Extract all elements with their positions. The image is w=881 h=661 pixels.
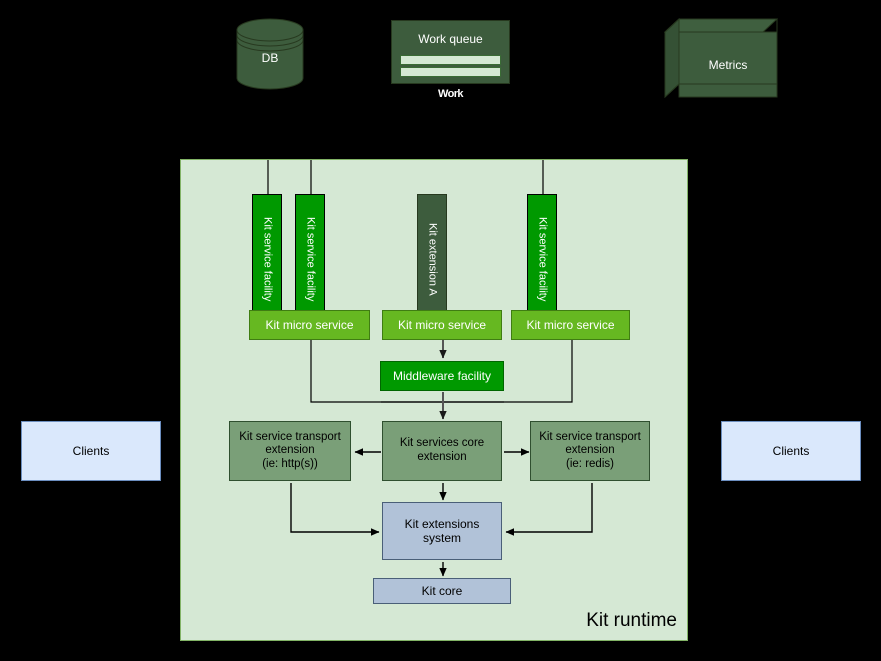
- kit-service-facility-3[interactable]: Kit service facility: [527, 194, 557, 324]
- facility-2-label: Kit service facility: [304, 216, 317, 302]
- transport-http-line2: extension: [265, 444, 315, 457]
- kit-service-transport-extension-http[interactable]: Kit service transport extension (ie: htt…: [229, 421, 351, 481]
- micro-service-1-label: Kit micro service: [265, 317, 354, 332]
- kit-services-core-extension[interactable]: Kit services core extension: [382, 421, 502, 481]
- work-queue-bar: [400, 55, 501, 66]
- kit-micro-service-3[interactable]: Kit micro service: [511, 310, 630, 340]
- edge-transport-redis-to-extensions-system: [505, 483, 593, 536]
- clients-left-label: Clients: [72, 443, 110, 458]
- micro-service-2-label: Kit micro service: [397, 317, 486, 332]
- transport-http-line3: (ie: http(s)): [262, 457, 318, 470]
- middleware-facility-node[interactable]: Middleware facility: [380, 361, 504, 391]
- facility-3-label: Kit service facility: [536, 216, 549, 302]
- metrics-label: Metrics: [708, 57, 748, 72]
- extension-a-label: Kit extension A: [426, 222, 439, 296]
- kit-core-node[interactable]: Kit core: [373, 578, 511, 604]
- kit-micro-service-1[interactable]: Kit micro service: [249, 310, 370, 340]
- clients-right-label: Clients: [772, 443, 810, 458]
- clients-left-node[interactable]: Clients: [21, 421, 161, 481]
- work-queue-label: Work queue: [418, 32, 483, 46]
- clients-right-node[interactable]: Clients: [721, 421, 861, 481]
- facility-1-label: Kit service facility: [261, 216, 274, 302]
- transport-http-line1: Kit service transport: [239, 430, 341, 443]
- work-queue-node[interactable]: Work queue: [391, 20, 510, 84]
- db-cylinder-node[interactable]: DB: [236, 18, 304, 90]
- kit-core-label: Kit core: [421, 583, 463, 598]
- kit-runtime-label: Kit runtime: [586, 610, 677, 631]
- extensions-system-line1: Kit extensions: [404, 516, 480, 531]
- work-queue-bars: [392, 55, 509, 78]
- transport-redis-line1: Kit service transport: [539, 430, 641, 443]
- kit-service-transport-extension-redis[interactable]: Kit service transport extension (ie: red…: [530, 421, 650, 481]
- work-queue-bar: [400, 67, 501, 78]
- kit-extensions-system-node[interactable]: Kit extensions system: [382, 502, 502, 560]
- db-label: DB: [261, 50, 279, 65]
- metrics-cube-node[interactable]: Metrics: [664, 18, 778, 98]
- core-extension-line2: extension: [417, 451, 467, 463]
- work-caption: Work: [438, 87, 464, 100]
- kit-service-facility-2[interactable]: Kit service facility: [295, 194, 325, 324]
- edge-transport-http-to-extensions-system: [290, 483, 380, 536]
- transport-redis-line2: extension: [565, 444, 615, 457]
- transport-redis-line3: (ie: redis): [566, 457, 614, 470]
- kit-extension-a-node[interactable]: Kit extension A: [417, 194, 447, 324]
- kit-service-facility-1[interactable]: Kit service facility: [252, 194, 282, 324]
- middleware-facility-label: Middleware facility: [392, 368, 492, 383]
- core-extension-line1: Kit services core: [399, 437, 485, 450]
- kit-micro-service-2[interactable]: Kit micro service: [382, 310, 502, 340]
- diagram-canvas: DB Work queue Work Metrics Clients Clien…: [0, 0, 881, 661]
- micro-service-3-label: Kit micro service: [526, 317, 615, 332]
- extensions-system-line2: system: [422, 531, 461, 545]
